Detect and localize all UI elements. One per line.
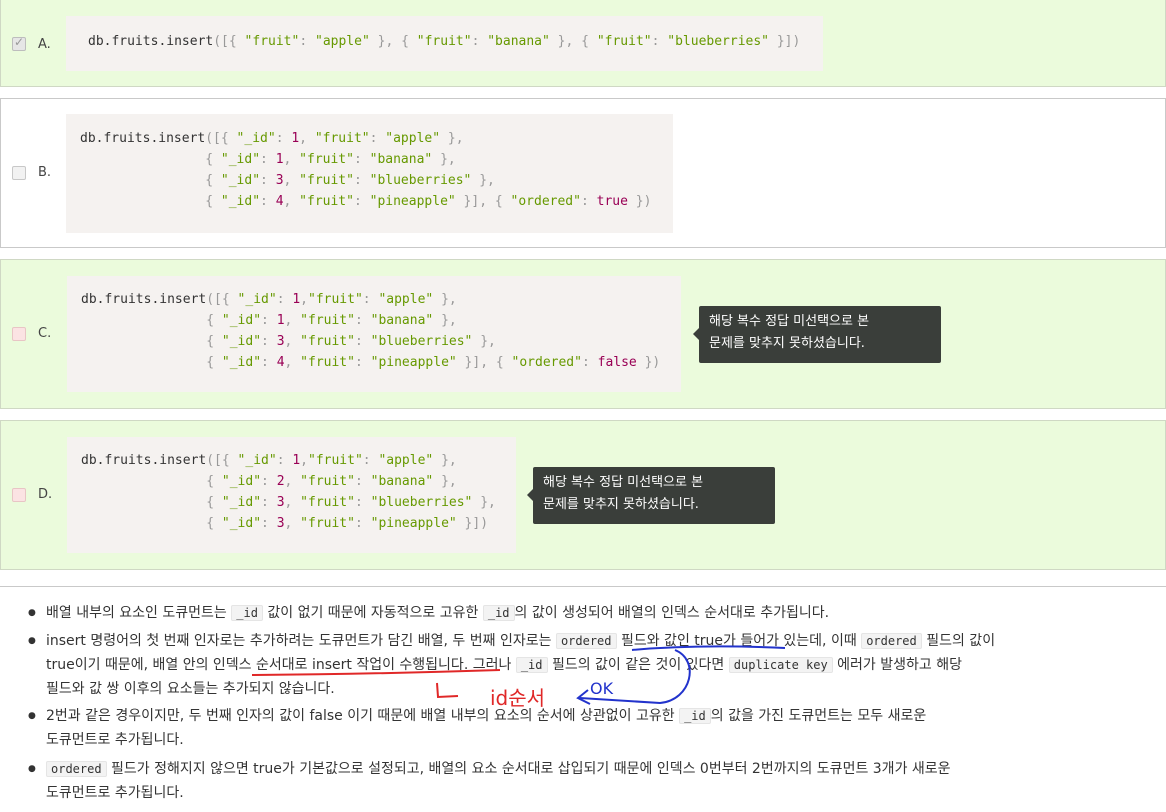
explanation-item: 배열 내부의 요소인 도큐먼트는 _id 값이 없기 때문에 자동적으로 고유한… — [28, 601, 1158, 625]
option-d-letter: D. — [38, 487, 53, 502]
tooltip-line: 문제를 맞추지 못하셨습니다. — [709, 336, 865, 351]
text: 배열 내부의 요소인 도큐먼트는 — [46, 605, 227, 621]
explanation-item: 2번과 같은 경우이지만, 두 번째 인자의 값이 false 이기 때문에 배… — [28, 704, 1158, 752]
code-line: { "_id": 4, "fruit": "pineapple" }], { "… — [206, 355, 661, 370]
tooltip-line: 문제를 맞추지 못하셨습니다. — [543, 497, 699, 512]
option-a-checkbox[interactable]: ✓ — [12, 35, 26, 51]
text: 필드의 값이 — [926, 633, 996, 649]
text: 필드와 값인 true가 들어가 있는데, 이때 — [620, 633, 857, 649]
text: insert 명령어의 첫 번째 인자로는 추가하려는 도큐먼트가 담긴 배열,… — [46, 633, 552, 649]
option-d-code: db.fruits.insert([{ "_id": 1,"fruit": "a… — [67, 437, 516, 553]
text: 도큐먼트로 추가됩니다. — [46, 785, 184, 801]
code-line: { "_id": 3, "fruit": "blueberries" }, — [205, 173, 495, 188]
inline-code: ordered — [555, 633, 617, 649]
text: 의 값이 생성되어 배열의 인덱스 순서대로 추가됩니다. — [514, 605, 830, 621]
text: 2번과 같은 경우이지만, 두 번째 인자의 값이 false 이기 때문에 배… — [46, 708, 675, 724]
text: 도큐먼트로 추가됩니다. — [46, 732, 184, 748]
text: 필드와 값 쌍 이후의 요소들는 추가되지 않습니다. — [46, 681, 335, 697]
inline-code: _id — [515, 657, 548, 673]
text: 필드가 정해지지 않으면 true가 기본값으로 설정되고, 배열의 요소 순서… — [111, 761, 951, 777]
option-d-checkbox[interactable] — [12, 488, 26, 502]
tooltip-line: 해당 복수 정답 미선택으로 본 — [543, 475, 704, 490]
inline-code: duplicate key — [728, 657, 833, 673]
inline-code: ordered — [861, 633, 922, 649]
option-a-letter: A. — [38, 37, 51, 52]
option-b-code: db.fruits.insert([{ "_id": 1, "fruit": "… — [66, 114, 673, 233]
inline-code: _id — [231, 605, 263, 621]
inline-code: _id — [482, 605, 515, 621]
code-line: { "_id": 1, "fruit": "banana" }, — [206, 313, 457, 328]
option-c-code: db.fruits.insert([{ "_id": 1,"fruit": "a… — [67, 276, 681, 392]
tooltip-line: 해당 복수 정답 미선택으로 본 — [709, 314, 870, 329]
option-a: ✓ A. db.fruits.insert([{ "fruit": "apple… — [0, 0, 1166, 87]
code-line: { "_id": 3, "fruit": "blueberries" }, — [206, 495, 496, 510]
check-icon: ✓ — [14, 35, 25, 49]
option-b: B. db.fruits.insert([{ "_id": 1, "fruit"… — [0, 98, 1166, 248]
option-c-tooltip: 해당 복수 정답 미선택으로 본 문제를 맞추지 못하셨습니다. — [693, 306, 941, 363]
code-line: db.fruits.insert([{ "fruit": "apple" }, … — [88, 34, 801, 49]
code-line: db.fruits.insert([{ "_id": 1, "fruit": "… — [80, 131, 464, 146]
code-line: { "_id": 3, "fruit": "pineapple" }]) — [206, 516, 489, 531]
code-line: { "_id": 4, "fruit": "pineapple" }], { "… — [205, 194, 652, 209]
code-line: { "_id": 3, "fruit": "blueberries" }, — [206, 334, 496, 349]
explanation-item: insert 명령어의 첫 번째 인자로는 추가하려는 도큐먼트가 담긴 배열,… — [28, 629, 1158, 701]
option-c: C. db.fruits.insert([{ "_id": 1,"fruit":… — [0, 259, 1166, 409]
option-b-checkbox[interactable] — [12, 166, 26, 180]
option-a-code: db.fruits.insert([{ "fruit": "apple" }, … — [66, 16, 823, 71]
inline-code: _id — [679, 708, 711, 724]
text: 의 값을 가진 도큐먼트는 모두 새로운 — [710, 708, 927, 724]
text: 에러가 발생하고 해당 — [837, 657, 962, 673]
option-c-letter: C. — [38, 326, 52, 341]
code-line: { "_id": 2, "fruit": "banana" }, — [206, 474, 457, 489]
option-d: D. db.fruits.insert([{ "_id": 1,"fruit":… — [0, 420, 1166, 570]
text: 값이 없기 때문에 자동적으로 고유한 — [267, 605, 479, 621]
text: true이기 때문에, 배열 안의 인덱스 순서대로 insert 작업이 수행… — [46, 657, 512, 673]
option-b-letter: B. — [38, 165, 52, 180]
code-line: db.fruits.insert([{ "_id": 1,"fruit": "a… — [81, 292, 457, 307]
code-line: db.fruits.insert([{ "_id": 1,"fruit": "a… — [81, 453, 457, 468]
explanation-section: 배열 내부의 요소인 도큐먼트는 _id 값이 없기 때문에 자동적으로 고유한… — [0, 586, 1166, 812]
text: 필드의 값이 같은 것이 있다면 — [551, 657, 725, 673]
option-d-tooltip: 해당 복수 정답 미선택으로 본 문제를 맞추지 못하셨습니다. — [527, 467, 775, 524]
explanation-item: ordered 필드가 정해지지 않으면 true가 기본값으로 설정되고, 배… — [28, 757, 1158, 805]
inline-code: ordered — [46, 761, 107, 777]
code-line: { "_id": 1, "fruit": "banana" }, — [205, 152, 456, 167]
option-c-checkbox[interactable] — [12, 327, 26, 341]
